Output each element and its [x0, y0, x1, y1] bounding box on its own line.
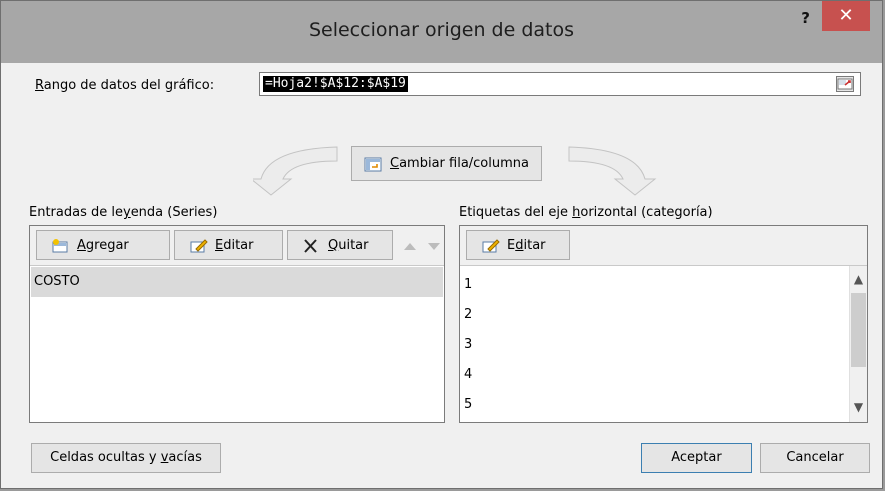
edit-axis-labels-label: Editar: [507, 238, 546, 253]
range-select-icon: [837, 78, 853, 90]
horizontal-axis-labels-title: Etiquetas del eje horizontal (categoría): [459, 205, 713, 220]
legend-toolbar: Agregar Editar Quitar: [30, 226, 444, 266]
chart-data-range-input[interactable]: =Hoja2!$A$12:$A$19: [259, 72, 861, 96]
select-data-source-dialog: Seleccionar origen de datos ? ✕ Rango de…: [0, 0, 883, 489]
cancel-button[interactable]: Cancelar: [760, 443, 870, 473]
remove-series-button[interactable]: Quitar: [287, 230, 393, 260]
hidden-empty-cells-button[interactable]: Celdas ocultas y vacías: [31, 443, 221, 473]
move-up-button[interactable]: [397, 230, 421, 260]
move-down-button[interactable]: [421, 230, 445, 260]
switch-row-column-icon: [364, 157, 382, 172]
help-button[interactable]: ?: [801, 9, 810, 27]
accept-button[interactable]: Aceptar: [641, 443, 752, 473]
edit-icon: [190, 239, 208, 253]
edit-series-button[interactable]: Editar: [174, 230, 283, 260]
close-button[interactable]: ✕: [822, 1, 870, 31]
collapse-dialog-button[interactable]: [836, 76, 854, 92]
edit-icon: [482, 239, 500, 253]
triangle-down-icon: [428, 243, 440, 250]
add-series-button[interactable]: Agregar: [36, 230, 170, 260]
axis-labels-panel: Editar 1 2 3 4 5 ▲ ▼: [459, 225, 868, 423]
edit-axis-labels-button[interactable]: Editar: [466, 230, 570, 260]
axis-label-item[interactable]: 2: [461, 300, 848, 330]
add-series-label: Agregar: [77, 238, 129, 253]
chart-data-range-value: =Hoja2!$A$12:$A$19: [263, 76, 408, 92]
chart-data-range-label: Rango de datos del gráfico:: [35, 78, 215, 93]
series-list-item[interactable]: COSTO: [31, 267, 443, 297]
axis-label-item[interactable]: 1: [461, 270, 848, 300]
scroll-up-arrow-icon[interactable]: ▲: [850, 272, 867, 290]
triangle-up-icon: [404, 243, 416, 250]
legend-series-panel: Agregar Editar Quitar COSTO: [29, 225, 445, 423]
edit-series-label: Editar: [215, 238, 254, 253]
legend-entries-title: Entradas de leyenda (Series): [29, 205, 218, 220]
title-bar: Seleccionar origen de datos ? ✕: [1, 1, 882, 63]
axis-label-item[interactable]: 4: [461, 360, 848, 390]
scroll-down-arrow-icon[interactable]: ▼: [850, 400, 867, 418]
axis-toolbar: Editar: [460, 226, 867, 266]
axis-label-item[interactable]: 5: [461, 390, 848, 420]
axis-list-scrollbar[interactable]: ▲ ▼: [849, 266, 867, 422]
switch-row-column-button[interactable]: Cambiar fila/columna: [351, 146, 542, 181]
remove-x-icon: [304, 239, 317, 253]
add-icon: [52, 239, 68, 253]
remove-series-label: Quitar: [328, 238, 369, 253]
left-curved-arrow-icon: [253, 146, 338, 196]
right-curved-arrow-icon: [568, 146, 657, 196]
scroll-thumb[interactable]: [851, 293, 866, 367]
axis-label-item[interactable]: 3: [461, 330, 848, 360]
switch-row-column-label: Cambiar fila/columna: [390, 156, 529, 171]
dialog-title: Seleccionar origen de datos: [308, 19, 575, 41]
